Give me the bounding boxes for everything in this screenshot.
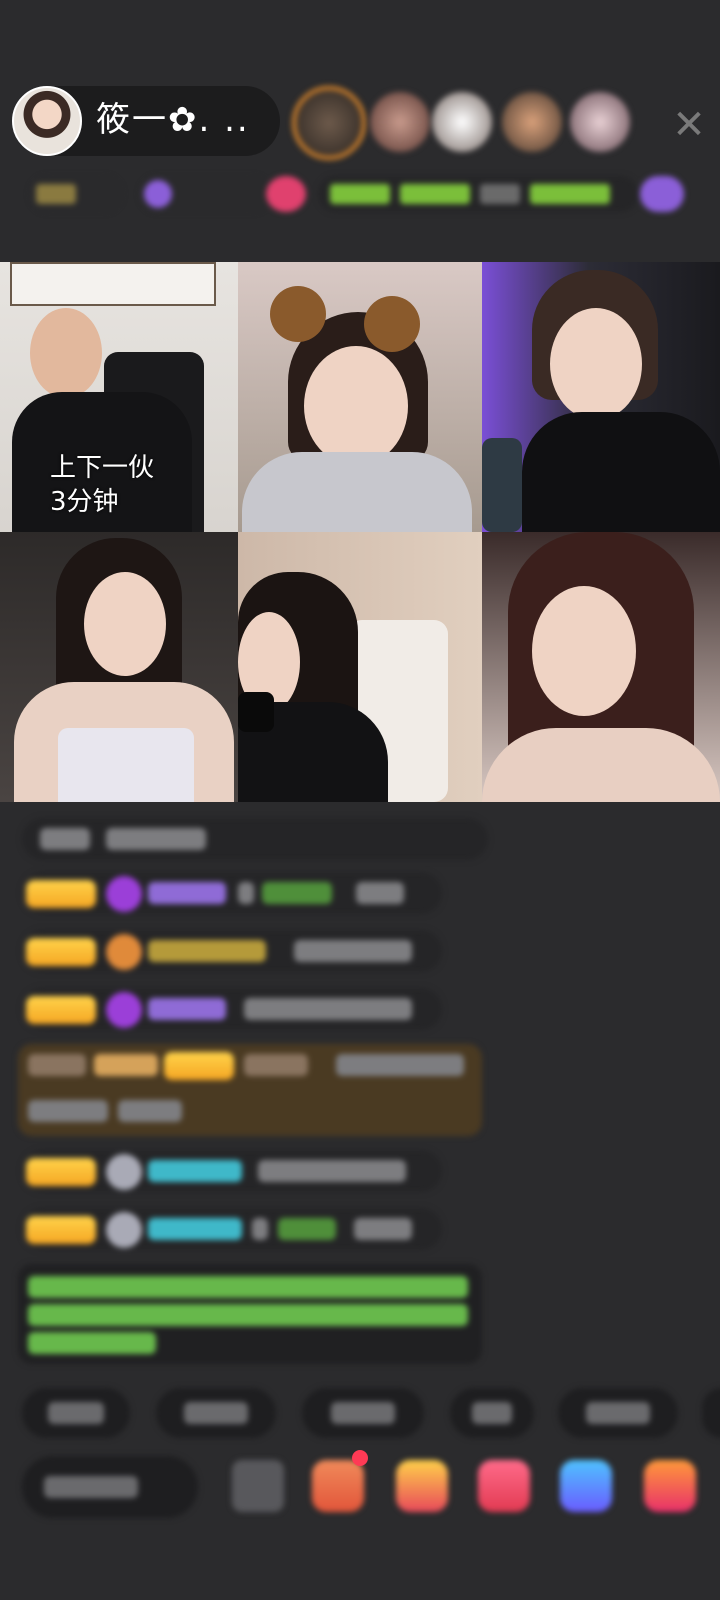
chat-message[interactable] <box>22 988 442 1030</box>
guest-body <box>482 728 720 802</box>
viewer-avatar[interactable] <box>292 86 366 160</box>
microphone <box>238 692 274 732</box>
wall-calligraphy <box>10 262 216 306</box>
guest-face <box>532 586 636 716</box>
viewer-avatar[interactable] <box>370 92 430 152</box>
heart-icon[interactable] <box>266 176 306 212</box>
room-announcement <box>18 1264 482 1364</box>
notification-dot <box>352 1450 368 1466</box>
lottery-icon[interactable] <box>396 1460 448 1512</box>
microphone <box>482 438 522 532</box>
fans-badge[interactable] <box>140 176 270 212</box>
gem-icon <box>106 992 142 1028</box>
avatar <box>106 1154 142 1190</box>
rank-badge[interactable] <box>30 176 122 212</box>
guest-top <box>58 728 194 802</box>
quick-reply-chip[interactable] <box>450 1388 534 1438</box>
level-badge <box>26 938 96 966</box>
level-badge <box>26 1216 96 1244</box>
gift-box-icon[interactable] <box>312 1460 364 1512</box>
host-name: 筱一✿. .. <box>96 100 250 140</box>
heart-gift-icon[interactable] <box>478 1460 530 1512</box>
chat-message-highlighted[interactable] <box>18 1044 482 1136</box>
guest-face <box>30 308 102 398</box>
quick-reply-chip[interactable] <box>156 1388 276 1438</box>
chat-message[interactable] <box>22 930 442 972</box>
quick-reply-chip[interactable] <box>558 1388 678 1438</box>
host-info-pill[interactable]: 筱一✿. .. <box>12 86 280 156</box>
chat-message[interactable] <box>22 872 442 914</box>
guest-face <box>84 572 166 676</box>
guest-body <box>242 452 472 532</box>
guest-face <box>550 308 642 420</box>
close-icon[interactable]: ✕ <box>664 100 714 150</box>
video-caption-line-2: 3分钟 <box>50 487 119 517</box>
level-badge <box>26 996 96 1024</box>
more-icon[interactable] <box>644 1460 696 1512</box>
emoji-icon[interactable] <box>232 1460 284 1512</box>
bear-ear-left <box>270 286 326 342</box>
gift-icon[interactable] <box>640 176 684 212</box>
guest-face <box>304 346 408 466</box>
host-badges-row[interactable] <box>22 172 702 216</box>
gem-icon <box>106 934 142 970</box>
video-caption-line-1: 上下一伙 <box>50 453 155 483</box>
viewer-avatar[interactable] <box>502 92 562 152</box>
share-icon[interactable] <box>560 1460 612 1512</box>
multi-guest-video-grid: 上下一伙 3分钟 <box>0 262 720 802</box>
quick-reply-chip[interactable] <box>22 1388 130 1438</box>
level-badge <box>26 1158 96 1186</box>
viewer-avatar[interactable] <box>570 92 630 152</box>
viewer-avatar[interactable] <box>432 92 492 152</box>
host-avatar[interactable] <box>12 86 82 156</box>
avatar <box>106 1212 142 1248</box>
level-badge <box>164 1052 234 1080</box>
chat-input[interactable] <box>22 1456 198 1518</box>
level-badge <box>26 880 96 908</box>
video-cell-guest-4[interactable] <box>0 532 238 802</box>
chat-message[interactable] <box>22 1208 442 1250</box>
guest-body <box>522 412 720 532</box>
quick-reply-chip[interactable] <box>702 1388 720 1438</box>
video-cell-guest-6[interactable] <box>482 532 720 802</box>
video-cell-guest-1[interactable]: 上下一伙 3分钟 <box>0 262 238 532</box>
quick-reply-chip[interactable] <box>302 1388 424 1438</box>
video-cell-guest-2[interactable] <box>238 262 482 532</box>
video-cell-guest-5[interactable] <box>238 532 482 802</box>
chat-system-message <box>22 818 488 860</box>
video-cell-guest-3[interactable] <box>482 262 720 532</box>
gem-icon <box>106 876 142 912</box>
chat-message[interactable] <box>22 1150 442 1192</box>
bear-ear-right <box>364 296 420 352</box>
hot-list-badge[interactable] <box>318 176 638 212</box>
